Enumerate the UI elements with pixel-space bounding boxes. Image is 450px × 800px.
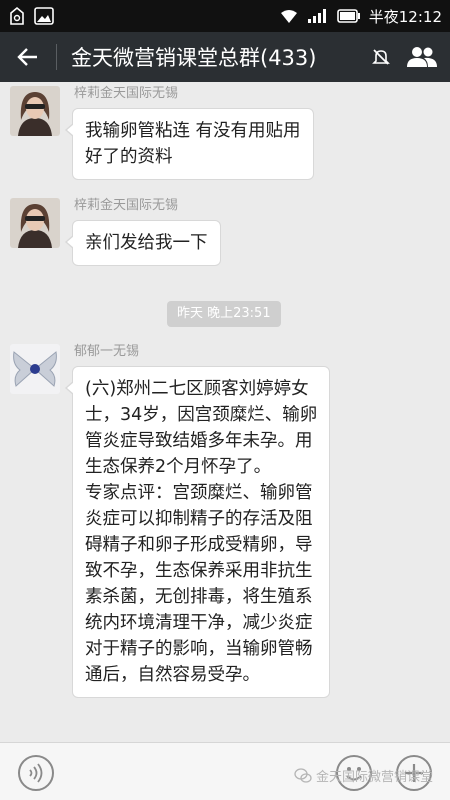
avatar[interactable] bbox=[10, 344, 60, 394]
title-divider bbox=[56, 44, 57, 70]
message-item: 郁郁一无锡 (六)郑州二七区顾客刘婷婷女 士，34岁，因宫颈糜烂、输卵 管炎症导… bbox=[10, 344, 440, 742]
back-button[interactable] bbox=[0, 32, 56, 82]
voice-input-button[interactable] bbox=[18, 755, 54, 791]
message-line: (六)郑州二七区顾客刘婷婷女 bbox=[85, 379, 309, 399]
message-bubble[interactable]: (六)郑州二七区顾客刘婷婷女 士，34岁，因宫颈糜烂、输卵 管炎症导致结婚多年未… bbox=[64, 366, 331, 698]
message-line: 对于精子的影响，当输卵管畅 bbox=[85, 639, 313, 659]
message-line: 生态保养2个月怀孕了。 bbox=[85, 457, 272, 477]
message-item: 梓莉金天国际无锡 亲们发给我一下 bbox=[10, 198, 440, 278]
chat-title: 金天微营销课堂总群(433) bbox=[71, 46, 317, 70]
wechat-logo-icon bbox=[294, 767, 312, 783]
watermark-text: 金天国际微营销课堂 bbox=[316, 770, 434, 785]
message-line: 统内环境清理干净，减少炎症 bbox=[85, 613, 313, 633]
message-line: 致不孕，生态保养采用非抗生 bbox=[85, 561, 313, 581]
back-arrow-icon bbox=[17, 48, 37, 66]
image-notification-icon bbox=[34, 7, 54, 25]
message-line: 专家点评：宫颈糜烂、输卵管 bbox=[85, 483, 313, 503]
mute-icon bbox=[368, 44, 394, 70]
sender-name: 梓莉金天国际无锡 bbox=[74, 198, 179, 213]
avatar[interactable] bbox=[10, 198, 60, 248]
people-icon bbox=[407, 47, 437, 67]
message-line: 碍精子和卵子形成受精卵，导 bbox=[85, 535, 313, 555]
message-item: 梓莉金天国际无锡 我输卵管粘连 有没有用贴用 好了的资料 bbox=[10, 86, 440, 186]
wifi-icon bbox=[280, 10, 297, 23]
watermark: 金天国际微营销课堂 bbox=[294, 766, 433, 785]
message-line: 炎症可以抑制精子的存活及阻 bbox=[85, 509, 313, 529]
signal-icon bbox=[307, 9, 326, 23]
battery-icon bbox=[336, 9, 360, 23]
avatar[interactable] bbox=[10, 86, 60, 136]
status-bar: 半夜12:12 bbox=[0, 0, 450, 32]
message-list[interactable]: 梓莉金天国际无锡 我输卵管粘连 有没有用贴用 好了的资料 梓莉金天国际无锡 亲们… bbox=[0, 82, 450, 742]
message-line: 通后，自然容易受孕。 bbox=[85, 665, 260, 685]
message-line: 好了的资料 bbox=[85, 147, 173, 167]
sender-name: 梓莉金天国际无锡 bbox=[74, 86, 179, 101]
chat-header: 金天微营销课堂总群(433) bbox=[0, 32, 450, 82]
app-notification-icon bbox=[10, 6, 24, 25]
message-line: 士，34岁，因宫颈糜烂、输卵 bbox=[85, 405, 318, 425]
timestamp-divider: 昨天 晚上23:51 bbox=[167, 301, 281, 327]
voice-icon bbox=[29, 763, 43, 783]
group-members-button[interactable] bbox=[394, 32, 450, 82]
message-line: 素杀菌，无创排毒，将生殖系 bbox=[85, 587, 313, 607]
sender-name: 郁郁一无锡 bbox=[74, 344, 140, 359]
message-bubble[interactable]: 亲们发给我一下 bbox=[65, 220, 221, 266]
status-time: 半夜12:12 bbox=[368, 7, 442, 26]
message-line: 管炎症导致结婚多年未孕。用 bbox=[85, 431, 313, 451]
message-bubble[interactable]: 我输卵管粘连 有没有用贴用 好了的资料 bbox=[65, 108, 314, 180]
message-line: 亲们发给我一下 bbox=[85, 233, 208, 253]
message-line: 我输卵管粘连 有没有用贴用 bbox=[85, 121, 301, 141]
